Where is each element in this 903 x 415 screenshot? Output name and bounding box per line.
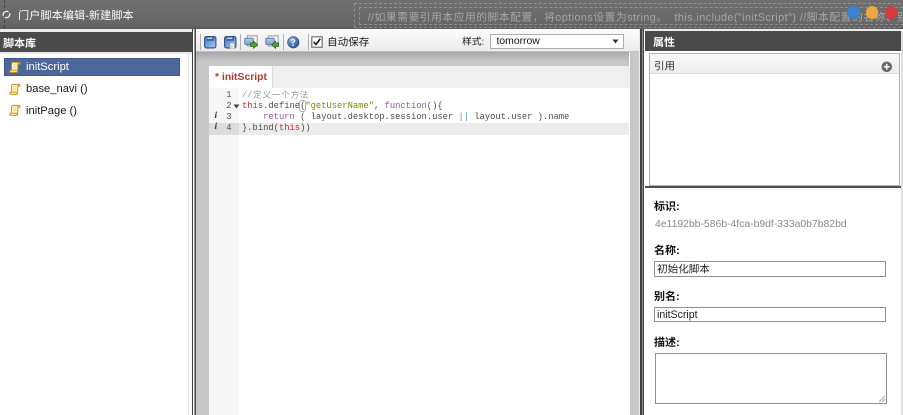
svg-text:?: ? [291,38,296,49]
